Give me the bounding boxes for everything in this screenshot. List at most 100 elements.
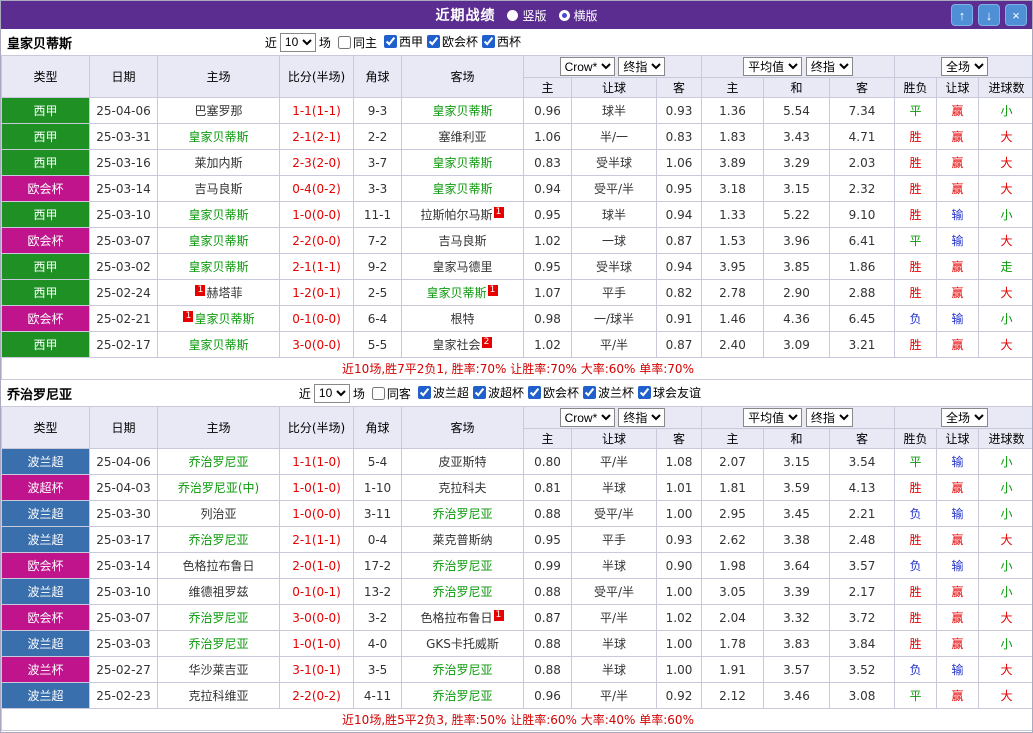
odds-stage-select[interactable]: 终指 xyxy=(805,57,853,76)
team-name-text: 乔治罗尼亚 xyxy=(432,585,493,599)
league-badge: 西甲 xyxy=(1,201,90,228)
win-draw-loss-result: 胜 xyxy=(894,149,938,176)
league-checkbox[interactable] xyxy=(637,386,651,399)
goals-result: 小 xyxy=(978,500,1032,527)
asia-away-odds: 0.93 xyxy=(656,526,702,553)
away-team: 皇家社会 2 xyxy=(401,331,524,358)
euro-draw-odds: 3.32 xyxy=(763,604,830,631)
match-row: 波兰超 25-03-10 维德祖罗兹 0-1(0-1) 13-2 乔治罗尼亚 0.88 受平/… xyxy=(1,578,1032,605)
euro-away-odds: 3.54 xyxy=(828,448,896,475)
league-filter[interactable]: 欧会杯 xyxy=(426,33,478,50)
team-name-text: 皮亚斯特 xyxy=(438,455,487,469)
corner-score: 11-1 xyxy=(353,201,402,228)
league-filters: 波兰超 波超杯 欧会杯 波兰杯 球会友谊 xyxy=(414,384,701,402)
handicap-result: 赢 xyxy=(936,123,980,150)
move-down-button[interactable]: ↓ xyxy=(978,4,1000,26)
handicap-result: 赢 xyxy=(936,604,980,631)
match-row: 波兰超 25-03-03 乔治罗尼亚 1-0(1-0) 4-0 GKS卡托威斯 0.88 半球… xyxy=(1,630,1032,657)
column-header: 主场 xyxy=(157,55,280,98)
handicap-result: 赢 xyxy=(936,474,980,501)
score: 1-0(0-0) xyxy=(279,201,354,228)
same-venue-checkbox[interactable] xyxy=(371,386,385,400)
asia-away-odds: 1.00 xyxy=(656,578,702,605)
corner-score: 2-2 xyxy=(353,123,402,150)
odds-stage-select[interactable]: 终指 xyxy=(618,408,666,427)
column-header: 比分(半场) xyxy=(279,406,354,449)
layout-radio-vertical[interactable]: 竖版 xyxy=(507,7,547,24)
up-arrow-icon: ↑ xyxy=(958,7,966,23)
asia-home-odds: 0.94 xyxy=(523,175,572,202)
win-draw-loss-result: 胜 xyxy=(894,526,938,553)
asia-away-odds: 0.83 xyxy=(656,123,702,150)
team-name-text: 吉马良斯 xyxy=(438,234,487,248)
bookmaker-select[interactable]: Crow* xyxy=(559,408,615,427)
average-select[interactable]: 平均值 xyxy=(743,408,803,427)
match-date: 25-03-10 xyxy=(89,201,158,228)
league-badge: 西甲 xyxy=(1,253,90,280)
euro-draw-odds: 3.64 xyxy=(763,552,830,579)
home-team: 乔治罗尼亚 xyxy=(157,604,280,631)
league-checkbox[interactable] xyxy=(472,386,486,399)
match-count-select[interactable]: 10 xyxy=(313,383,350,403)
average-select[interactable]: 平均值 xyxy=(743,57,803,76)
match-date: 25-03-03 xyxy=(89,630,158,657)
same-venue-filter[interactable]: 同客 xyxy=(371,385,411,402)
euro-odds-controls: 平均值 终指 xyxy=(700,406,896,429)
same-venue-checkbox[interactable] xyxy=(337,35,351,49)
goals-result: 大 xyxy=(978,175,1032,202)
move-up-button[interactable]: ↑ xyxy=(951,4,973,26)
match-date: 25-04-03 xyxy=(89,474,158,501)
league-filter[interactable]: 西杯 xyxy=(481,33,521,50)
match-row: 波兰超 25-02-23 克拉科维亚 2-2(0-2) 4-11 乔治罗尼亚 0.96 平/半… xyxy=(1,682,1032,709)
league-filter[interactable]: 西甲 xyxy=(383,33,423,50)
asia-away-odds: 1.06 xyxy=(656,149,702,176)
period-select[interactable]: 全场 xyxy=(941,57,989,76)
league-filter-label: 西杯 xyxy=(496,35,521,49)
bookmaker-select[interactable]: Crow* xyxy=(559,57,615,76)
team-name-text: 皇家马德里 xyxy=(432,260,493,274)
column-header: 日期 xyxy=(89,55,158,98)
euro-home-odds: 3.05 xyxy=(701,578,764,605)
league-badge: 欧会杯 xyxy=(1,175,90,202)
league-checkbox[interactable] xyxy=(417,386,431,399)
match-count-select[interactable]: 10 xyxy=(279,32,316,52)
league-checkbox[interactable] xyxy=(582,386,596,399)
period-select[interactable]: 全场 xyxy=(941,408,989,427)
same-venue-filter[interactable]: 同主 xyxy=(337,34,377,51)
handicap-result: 输 xyxy=(936,201,980,228)
odds-stage-select[interactable]: 终指 xyxy=(618,57,666,76)
team-name-text: 吉马良斯 xyxy=(194,182,243,196)
league-filter[interactable]: 波超杯 xyxy=(472,384,524,401)
league-checkbox[interactable] xyxy=(527,386,541,399)
section-header: 乔治罗尼亚 近 10 场 同客 波兰超 波超杯 欧会杯 波兰杯 球会友谊 xyxy=(1,380,1032,406)
euro-home-odds: 3.89 xyxy=(701,149,764,176)
layout-radio-horizontal[interactable]: 横版 xyxy=(558,7,598,24)
euro-away-odds: 2.88 xyxy=(828,279,896,306)
league-filter[interactable]: 波兰超 xyxy=(417,384,469,401)
league-filter[interactable]: 波兰杯 xyxy=(582,384,634,401)
corner-score: 4-11 xyxy=(353,682,402,709)
league-filter[interactable]: 欧会杯 xyxy=(527,384,579,401)
league-checkbox[interactable] xyxy=(481,35,495,48)
odds-stage-select[interactable]: 终指 xyxy=(805,408,853,427)
score: 3-1(0-1) xyxy=(279,656,354,683)
away-team: 塞维利亚 xyxy=(401,123,524,150)
league-badge: 欧会杯 xyxy=(1,604,90,631)
away-team: 色格拉布鲁日 1 xyxy=(401,604,524,631)
asia-handicap: 受半球 xyxy=(571,253,657,280)
league-filter-label: 西甲 xyxy=(398,35,423,49)
close-button[interactable]: × xyxy=(1005,4,1027,26)
asia-handicap: 半球 xyxy=(571,474,657,501)
match-row: 波超杯 25-04-03 乔治罗尼亚(中) 1-0(1-0) 1-10 克拉科夫 0.81 半… xyxy=(1,474,1032,501)
home-team: 皇家贝蒂斯 xyxy=(157,227,280,254)
league-filter[interactable]: 球会友谊 xyxy=(637,384,701,401)
match-row: 西甲 25-03-02 皇家贝蒂斯 2-1(1-1) 9-2 皇家马德里 0.95 受半球 0.… xyxy=(1,253,1032,280)
column-header: 主 xyxy=(523,77,572,98)
away-team: 皇家贝蒂斯 1 xyxy=(401,279,524,306)
goals-result: 小 xyxy=(978,448,1032,475)
score: 2-2(0-0) xyxy=(279,227,354,254)
euro-away-odds: 2.03 xyxy=(828,149,896,176)
league-checkbox[interactable] xyxy=(426,35,440,48)
league-checkbox[interactable] xyxy=(383,35,397,48)
team-name-text: 乔治罗尼亚 xyxy=(188,611,249,625)
